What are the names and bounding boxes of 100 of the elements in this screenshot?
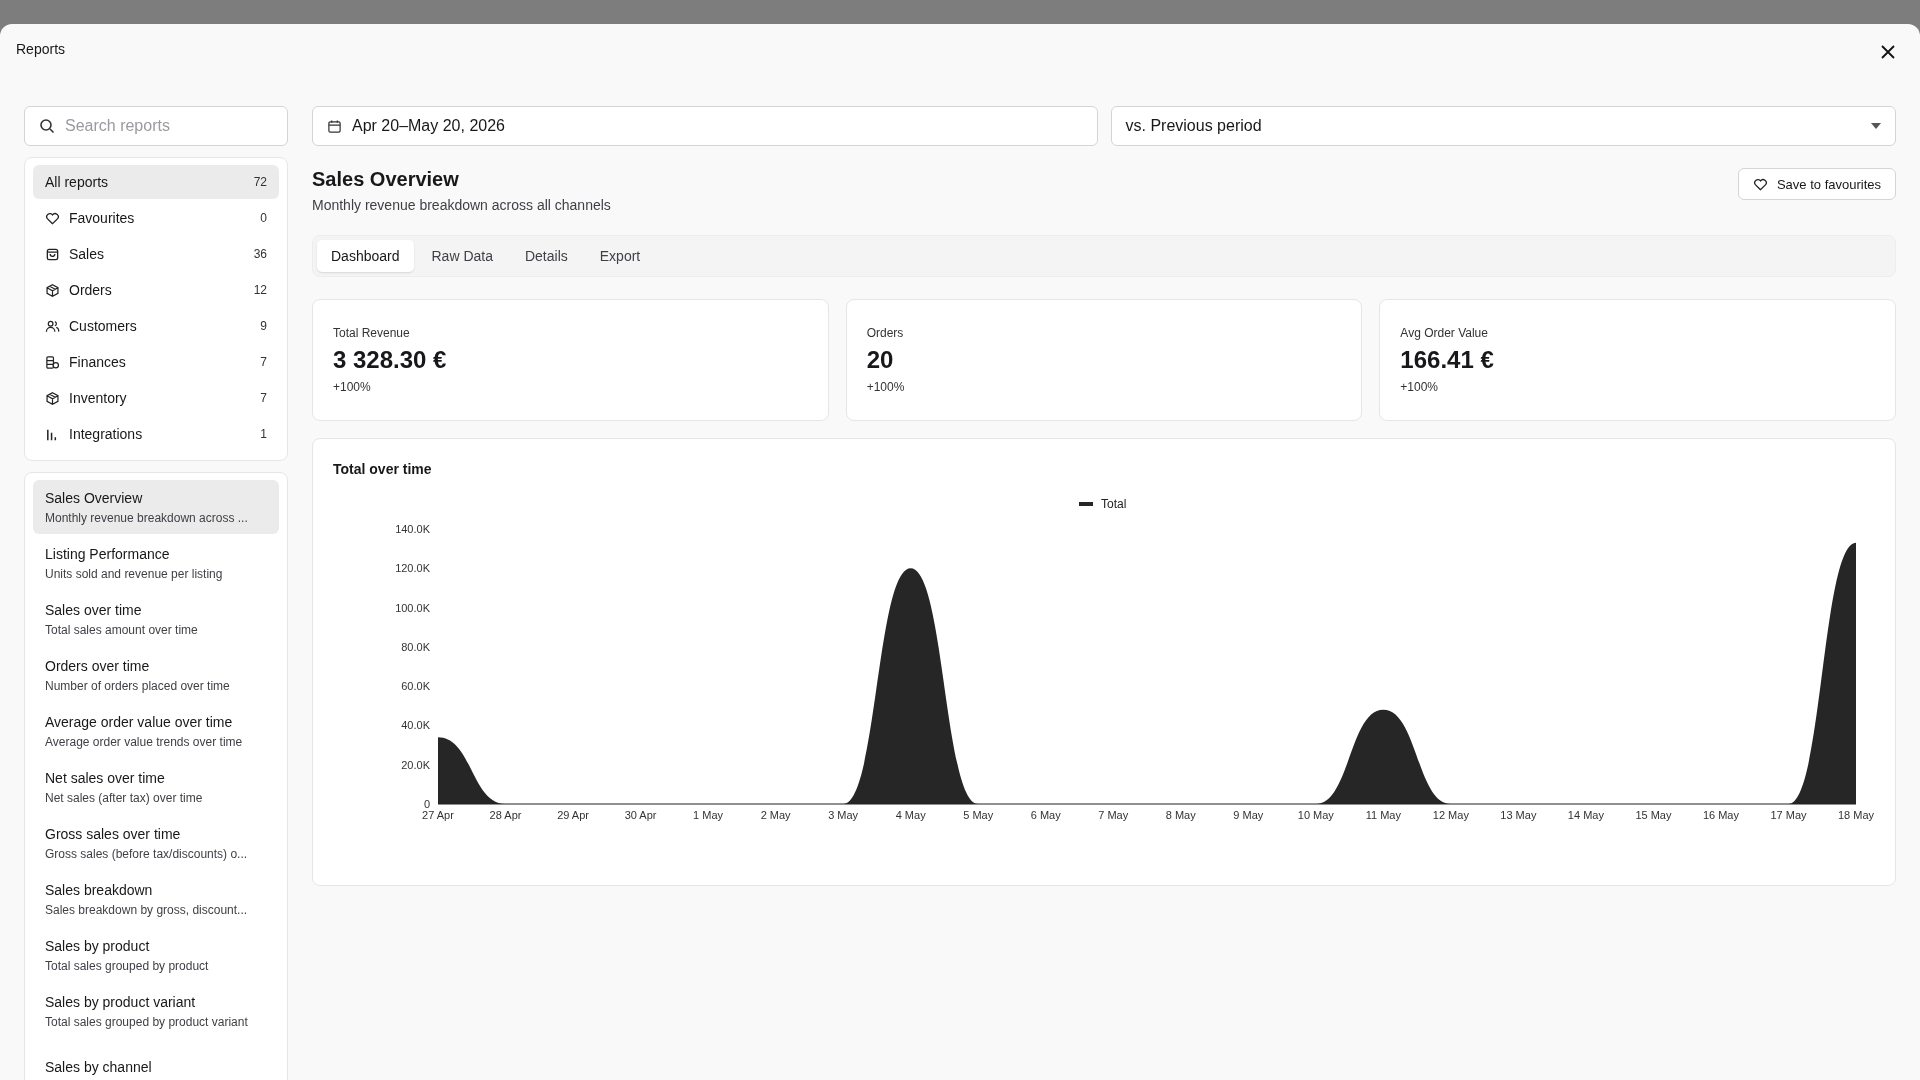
report-item[interactable]: Sales over time Total sales amount over time [33,592,279,646]
report-item[interactable]: Average order value over time Average order value trends over time [33,704,279,758]
metric-value: 3 328.30 € [333,346,448,374]
report-title: Sales Overview [45,489,144,506]
x-axis-label: 14 May [1567,809,1604,821]
report-item[interactable]: Gross sales over time Gross sales (before tax/discounts) o... [33,816,279,870]
x-axis-label: 18 May [1837,809,1875,821]
x-axis-label: 11 May [1365,809,1401,821]
report-description: Monthly revenue breakdown across ... [45,510,249,525]
window-title: Reports [16,41,66,57]
metric-value: 20 [866,346,895,374]
x-axis-label: 28 Apr [489,809,522,821]
legend-swatch [1079,502,1093,506]
x-axis-label: 29 Apr [557,809,589,821]
save-to-favourites-button[interactable]: Save to favourites [1737,168,1896,200]
report-description: Total sales grouped by product variant [45,1014,249,1029]
report-description: Total sales grouped by product [45,958,210,973]
x-axis-label: 5 May [963,809,994,821]
report-title: Sales by product [45,937,151,954]
x-axis-label: 17 May [1770,809,1807,821]
metric-change: +100% [866,380,906,394]
x-axis-label: 4 May [895,809,926,821]
report-title: Gross sales over time [45,825,182,842]
metric-value: 166.41 € [1400,346,1495,374]
report-description: Sales breakdown by gross, discount... [45,902,249,917]
x-axis-label: 27 Apr [422,809,454,821]
heart-icon [1752,176,1768,192]
report-description: Number of orders placed over time [45,678,231,693]
report-title: Average order value over time [45,713,234,730]
x-axis-label: 13 May [1500,809,1537,821]
report-item[interactable]: Sales by product variant Total sales grouped by product variant [33,984,279,1038]
category-item[interactable]: Sales 36 [33,237,279,271]
report-item[interactable]: Listing Performance Units sold and revenue per listing [33,536,279,590]
report-title: Sales breakdown [45,881,154,898]
report-title: Sales over time [45,601,143,618]
cube-icon [45,390,60,406]
heart-icon [45,210,60,226]
report-title: Orders over time [45,657,151,674]
y-axis-label: 100.0K [395,601,430,614]
x-axis-label: 6 May [1030,809,1061,821]
cube-icon [45,282,60,298]
report-description: Units sold and revenue per listing [45,566,224,581]
y-axis-label: 140.0K [395,523,430,535]
y-axis-label: 120.0K [395,562,430,575]
category-item[interactable]: All reports 72 [33,165,279,199]
y-axis-label: 80.0K [401,640,430,653]
report-title: Net sales over time [45,769,166,786]
tab[interactable]: Dashboard [317,240,414,272]
tab[interactable]: Export [585,240,655,272]
category-item[interactable]: Orders 12 [33,273,279,307]
y-axis-label: 0 [423,798,430,810]
chart-title: Total over time [333,461,432,477]
x-axis-label: 10 May [1297,809,1334,821]
y-axis-label: 60.0K [401,680,430,693]
report-item[interactable]: Net sales over time Net sales (after tax) over time [33,760,279,814]
report-item[interactable]: Orders over time Number of orders placed over time [33,648,279,702]
report-item[interactable]: Sales by product Total sales grouped by product [33,928,279,982]
category-item[interactable]: Favourites 0 [33,201,279,235]
tab[interactable]: Raw Data [417,240,507,272]
category-item[interactable]: Integrations 1 [33,417,279,451]
metric-change: +100% [333,380,372,394]
metric-label: Total Revenue [333,326,411,340]
x-axis-label: 3 May [828,809,859,821]
report-description: Total sales amount over time [45,622,199,637]
category-item[interactable]: Inventory 7 [33,381,279,415]
report-title: Sales by product variant [45,993,197,1010]
report-description: Gross sales (before tax/discounts) o... [45,846,249,861]
legend-label: Total [1101,497,1127,511]
category-item[interactable]: Finances 7 [33,345,279,379]
x-axis-label: 7 May [1098,809,1129,821]
caret-icon [1871,123,1881,129]
x-axis-label: 2 May [760,809,791,821]
x-axis-label: 15 May [1635,809,1672,821]
metric-label: Orders [866,326,905,340]
bag-icon [45,246,60,262]
report-item[interactable]: Sales breakdown Sales breakdown by gross, discount... [33,872,279,926]
search-field[interactable]: Search reports [24,106,288,146]
x-axis-label: 12 May [1432,809,1469,821]
x-axis-label: 1 May [693,809,724,821]
x-axis-label: 16 May [1702,809,1739,821]
coins-icon [45,354,60,370]
report-description: Average order value trends over time [45,734,244,749]
close-icon[interactable] [1880,44,1896,60]
calendar-icon [327,118,342,134]
report-heading: Sales Overview [312,168,460,191]
comparison-select[interactable]: vs. Previous period [1110,106,1896,146]
report-description: Net sales (after tax) over time [45,790,204,805]
metric-change: +100% [1400,380,1440,394]
tab[interactable]: Details [510,240,582,272]
report-item[interactable]: Sales Overview Monthly revenue breakdown across ... [33,480,279,534]
x-axis-label: 30 Apr [624,809,657,821]
category-item[interactable]: Customers 9 [33,309,279,343]
report-title: Sales by channel [45,1059,153,1075]
metric-label: Avg Order Value [1400,326,1489,340]
users-icon [45,318,60,334]
date-range-field[interactable]: Apr 20–May 20, 2026 [312,106,1098,146]
x-axis-label: 9 May [1233,809,1264,821]
search-icon [39,118,55,134]
report-item[interactable]: Sales by channel [33,1040,279,1080]
x-axis-label: 8 May [1165,809,1196,821]
